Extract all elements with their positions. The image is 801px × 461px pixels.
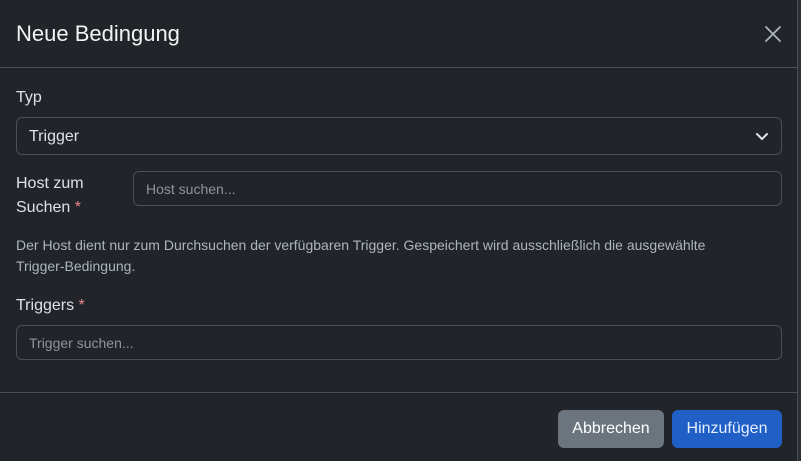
host-label-line1: Host zum xyxy=(16,175,84,192)
type-label: Typ xyxy=(16,89,42,106)
host-search-input[interactable] xyxy=(133,171,782,206)
dialog-title: Neue Bedingung xyxy=(16,21,180,46)
host-label-line2: Suchen * xyxy=(16,196,81,220)
triggers-label: Triggers * xyxy=(16,294,85,318)
chevron-down-icon xyxy=(756,133,768,140)
host-label-text: Suchen xyxy=(16,199,71,216)
dialog-footer: Abbrechen Hinzufügen xyxy=(0,392,798,461)
add-button[interactable]: Hinzufügen xyxy=(672,410,782,448)
dialog-header: Neue Bedingung xyxy=(0,0,798,68)
host-required-mark: * xyxy=(74,199,81,216)
close-icon xyxy=(765,26,781,42)
trigger-search-input[interactable] xyxy=(16,325,782,360)
type-select-value: Trigger xyxy=(29,128,80,145)
cancel-button[interactable]: Abbrechen xyxy=(558,410,664,448)
triggers-label-text: Triggers xyxy=(16,297,75,314)
close-button[interactable] xyxy=(760,21,786,47)
triggers-required-mark: * xyxy=(78,297,85,314)
type-select[interactable]: Trigger xyxy=(16,117,782,155)
host-help-text: Der Host dient nur zum Durchsuchen der v… xyxy=(16,237,706,274)
new-condition-dialog: Neue Bedingung Typ Trigger Host zum Such… xyxy=(0,0,798,461)
